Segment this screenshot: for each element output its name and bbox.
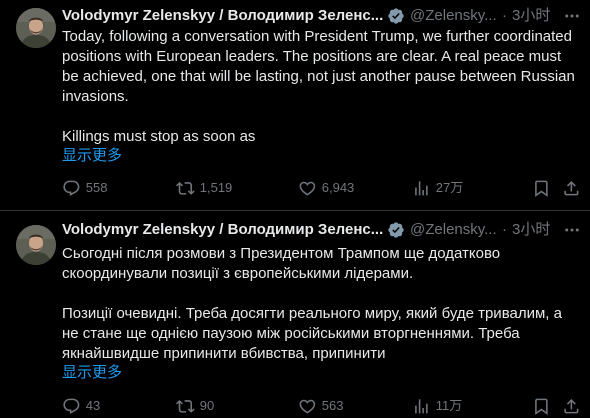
- show-more-link[interactable]: 显示更多: [62, 146, 122, 166]
- heart-icon: [299, 399, 316, 414]
- bookmark-button[interactable]: [532, 396, 551, 416]
- author-name[interactable]: Volodymyr Zelenskyy / Володимир Зеленс..…: [62, 220, 383, 240]
- author-name[interactable]: Volodymyr Zelenskyy / Володимир Зеленс..…: [62, 6, 383, 26]
- share-button[interactable]: [562, 396, 581, 416]
- tweet-actions: 558 1,519 6,943 27万: [62, 178, 582, 198]
- reply-icon: [63, 180, 80, 196]
- repost-count: 1,519: [199, 180, 233, 195]
- author-avatar[interactable]: [16, 8, 56, 48]
- tweet-paragraph: Позиції очевидні. Треба досягти реальног…: [62, 305, 562, 362]
- bookmark-button[interactable]: [532, 178, 551, 198]
- author-handle[interactable]: @Zelensky...: [410, 220, 497, 240]
- reply-count: 558: [85, 180, 108, 195]
- views-button[interactable]: 11万: [412, 396, 462, 416]
- tweet-actions: 43 90 563 11万: [62, 396, 582, 416]
- timestamp[interactable]: 3小时: [512, 6, 550, 26]
- tweet-1[interactable]: Volodymyr Zelenskyy / Володимир Зеленс..…: [0, 0, 590, 211]
- bookmark-icon: [535, 180, 548, 197]
- analytics-icon: [415, 398, 428, 414]
- reply-icon: [63, 398, 80, 414]
- like-count: 6,943: [321, 180, 355, 195]
- verified-badge-icon[interactable]: [387, 221, 405, 239]
- like-button[interactable]: 6,943: [298, 178, 354, 198]
- timestamp[interactable]: 3小时: [512, 220, 550, 240]
- separator-dot: ·: [502, 221, 507, 238]
- views-count: 11万: [435, 398, 463, 413]
- repost-count: 90: [199, 398, 215, 413]
- analytics-icon: [415, 180, 428, 196]
- tweet-header: Volodymyr Zelenskyy / Володимир Зеленс..…: [62, 220, 582, 240]
- share-icon: [564, 398, 579, 414]
- more-icon[interactable]: [562, 220, 582, 240]
- like-button[interactable]: 563: [298, 396, 343, 416]
- repost-icon: [176, 399, 195, 413]
- bookmark-icon: [535, 398, 548, 415]
- share-icon: [564, 180, 579, 196]
- tweet-paragraph: Сьогодні після розмови з Президентом Тра…: [62, 245, 501, 282]
- verified-badge-icon[interactable]: [387, 7, 405, 25]
- reply-button[interactable]: 43: [62, 396, 100, 416]
- share-button[interactable]: [562, 178, 581, 198]
- separator-dot: ·: [502, 7, 507, 24]
- author-avatar[interactable]: [16, 225, 56, 265]
- tweet-paragraph: Today, following a conversation with Pre…: [62, 28, 575, 105]
- tweet-text: Сьогодні після розмови з Президентом Тра…: [62, 244, 582, 364]
- like-count: 563: [321, 398, 344, 413]
- author-handle[interactable]: @Zelensky...: [410, 6, 497, 26]
- tweet-header: Volodymyr Zelenskyy / Володимир Зеленс..…: [62, 6, 582, 26]
- views-button[interactable]: 27万: [412, 178, 463, 198]
- tweet-text: Today, following a conversation with Pre…: [62, 27, 582, 147]
- repost-button[interactable]: 1,519: [176, 178, 232, 198]
- show-more-link[interactable]: 显示更多: [62, 363, 122, 383]
- repost-button[interactable]: 90: [176, 396, 214, 416]
- repost-icon: [176, 181, 195, 195]
- tweet-paragraph: Killings must stop as soon as: [62, 128, 256, 145]
- heart-icon: [299, 181, 316, 196]
- reply-count: 43: [85, 398, 101, 413]
- reply-button[interactable]: 558: [62, 178, 107, 198]
- more-icon[interactable]: [562, 6, 582, 26]
- views-count: 27万: [435, 180, 464, 195]
- tweet-2[interactable]: Volodymyr Zelenskyy / Володимир Зеленс..…: [0, 211, 590, 418]
